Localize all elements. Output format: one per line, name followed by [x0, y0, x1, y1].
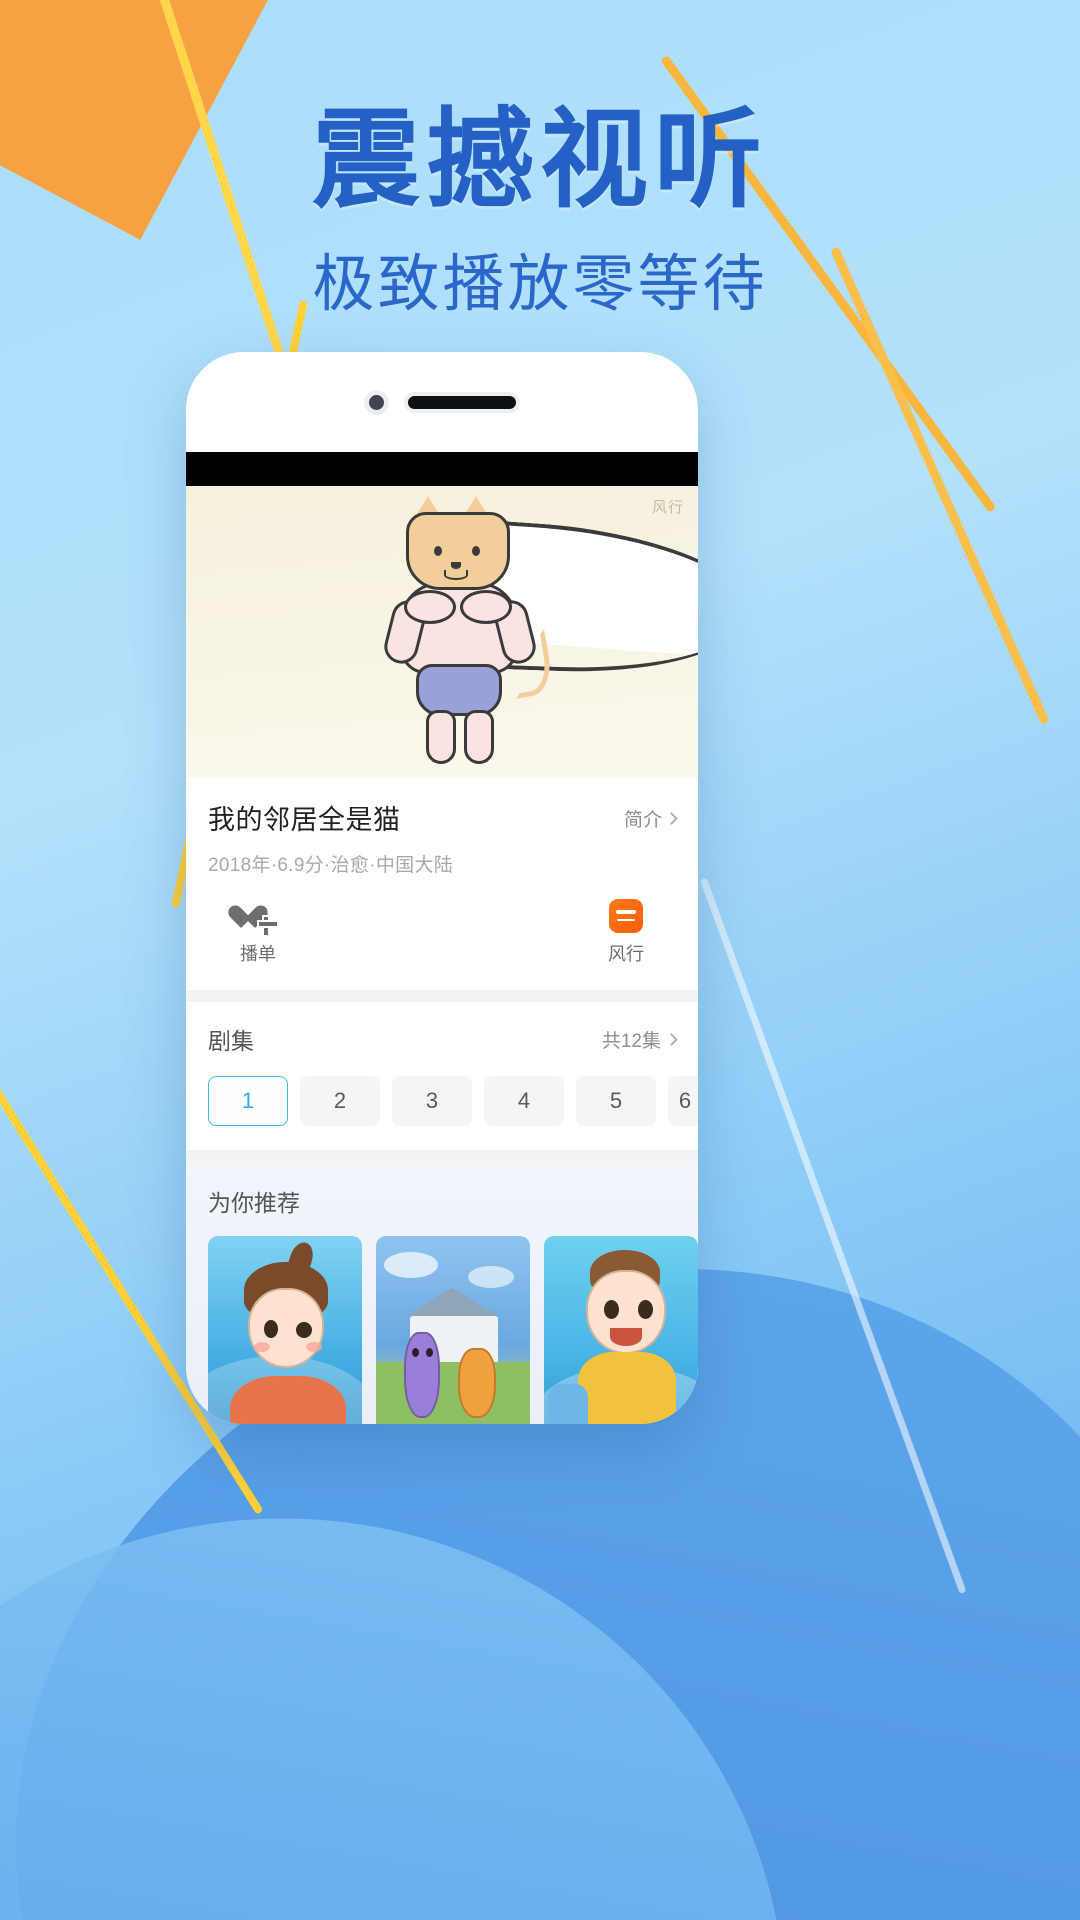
rec1-face: [248, 1288, 324, 1368]
rec-card-1[interactable]: [208, 1236, 362, 1424]
phone-mockup: 风行 我的邻居全是猫 简介 2018年·6.9分·治愈·中国大陆 播单 风行 剧…: [186, 352, 698, 1424]
playlist-button[interactable]: 播单: [212, 903, 304, 966]
rec2-ground: [376, 1362, 530, 1424]
cat-shorts: [416, 664, 502, 716]
video-art-cat: [380, 496, 556, 764]
cat-leg-right: [464, 710, 494, 764]
episode-button-2[interactable]: 2: [300, 1076, 380, 1126]
episodes-section: 剧集 共12集 1 2 3 4 5 6: [186, 1002, 698, 1150]
poster-root: 震撼视听 极致播放零等待 风行 我的邻居全是猫 简介 2018年·6.9分·治愈…: [0, 0, 1080, 1920]
fengxing-app-button[interactable]: 风行: [580, 899, 672, 966]
rec2-purple-eye-right: [426, 1348, 433, 1357]
episodes-header: 剧集 共12集: [208, 1022, 678, 1056]
rec1-eye-left: [264, 1320, 278, 1338]
cat-pec-left: [404, 590, 456, 624]
section-divider-2: [186, 1150, 698, 1162]
brief-link[interactable]: 简介: [623, 798, 678, 832]
episode-button-5[interactable]: 5: [576, 1076, 656, 1126]
episode-button-6[interactable]: 6: [668, 1076, 698, 1126]
chevron-right-icon: [665, 812, 678, 825]
episode-list[interactable]: 1 2 3 4 5 6: [208, 1076, 698, 1126]
playlist-label: 播单: [240, 944, 276, 964]
headline-block: 震撼视听 极致播放零等待: [0, 104, 1080, 323]
cat-leg-left: [426, 710, 456, 764]
episode-button-1[interactable]: 1: [208, 1076, 288, 1126]
episodes-total-label: 共12集: [601, 1030, 661, 1052]
brief-label: 简介: [623, 810, 662, 831]
cat-eye-right: [472, 546, 480, 556]
video-info-block: 我的邻居全是猫 简介 2018年·6.9分·治愈·中国大陆 播单 风行: [186, 778, 698, 990]
title-row: 我的邻居全是猫 简介: [208, 798, 678, 837]
rec2-house-roof: [406, 1288, 498, 1316]
rec1-eye-right: [296, 1322, 312, 1338]
page-title: 震撼视听: [311, 98, 768, 223]
episodes-title: 剧集: [208, 1028, 254, 1054]
rec-card-3[interactable]: [544, 1236, 698, 1424]
rec3-mouth: [610, 1328, 642, 1346]
status-bar: [186, 452, 698, 486]
episode-button-3[interactable]: 3: [392, 1076, 472, 1126]
recommend-title: 为你推荐: [208, 1190, 300, 1216]
video-meta: 2018年·6.9分·治愈·中国大陆: [208, 855, 454, 876]
recommend-card-row[interactable]: [208, 1236, 698, 1424]
rec1-cheek-left: [254, 1342, 270, 1352]
recommend-section: 为你推荐: [186, 1162, 698, 1424]
video-player[interactable]: 风行: [186, 486, 698, 778]
cat-eye-left: [434, 546, 442, 556]
rec3-body: [578, 1352, 676, 1424]
video-title: 我的邻居全是猫: [208, 805, 401, 835]
heart-plus-icon: [241, 903, 279, 937]
rec2-purple-eye-left: [412, 1348, 419, 1357]
rec2-character-orange: [458, 1348, 496, 1418]
episode-button-4[interactable]: 4: [484, 1076, 564, 1126]
rec1-cheek-right: [306, 1342, 322, 1352]
section-divider-1: [186, 990, 698, 1002]
rec2-cloud-1: [384, 1252, 438, 1278]
front-camera-icon: [368, 394, 384, 410]
earpiece-speaker: [407, 395, 516, 409]
rec3-eye-right: [638, 1300, 653, 1319]
cat-mouth: [444, 570, 468, 580]
rec1-body: [230, 1376, 346, 1424]
rec3-eye-left: [604, 1300, 619, 1319]
cat-pec-right: [460, 590, 512, 624]
phone-screen: 风行 我的邻居全是猫 简介 2018年·6.9分·治愈·中国大陆 播单 风行 剧…: [186, 452, 698, 1424]
phone-notch: [186, 352, 698, 452]
chevron-right-icon: [665, 1032, 678, 1046]
episodes-total-link[interactable]: 共12集: [601, 1026, 678, 1053]
watermark-logo: 风行: [651, 499, 684, 516]
rec2-character-purple: [404, 1332, 440, 1418]
action-row: 播单 风行: [208, 877, 676, 984]
page-subtitle: 极致播放零等待: [312, 247, 768, 321]
rec2-cloud-2: [468, 1266, 514, 1288]
cat-nose: [451, 562, 461, 569]
rec3-side-character: [548, 1384, 588, 1424]
fengxing-label: 风行: [608, 944, 644, 964]
rec-card-2[interactable]: [376, 1236, 530, 1424]
fengxing-app-icon: [609, 899, 643, 933]
